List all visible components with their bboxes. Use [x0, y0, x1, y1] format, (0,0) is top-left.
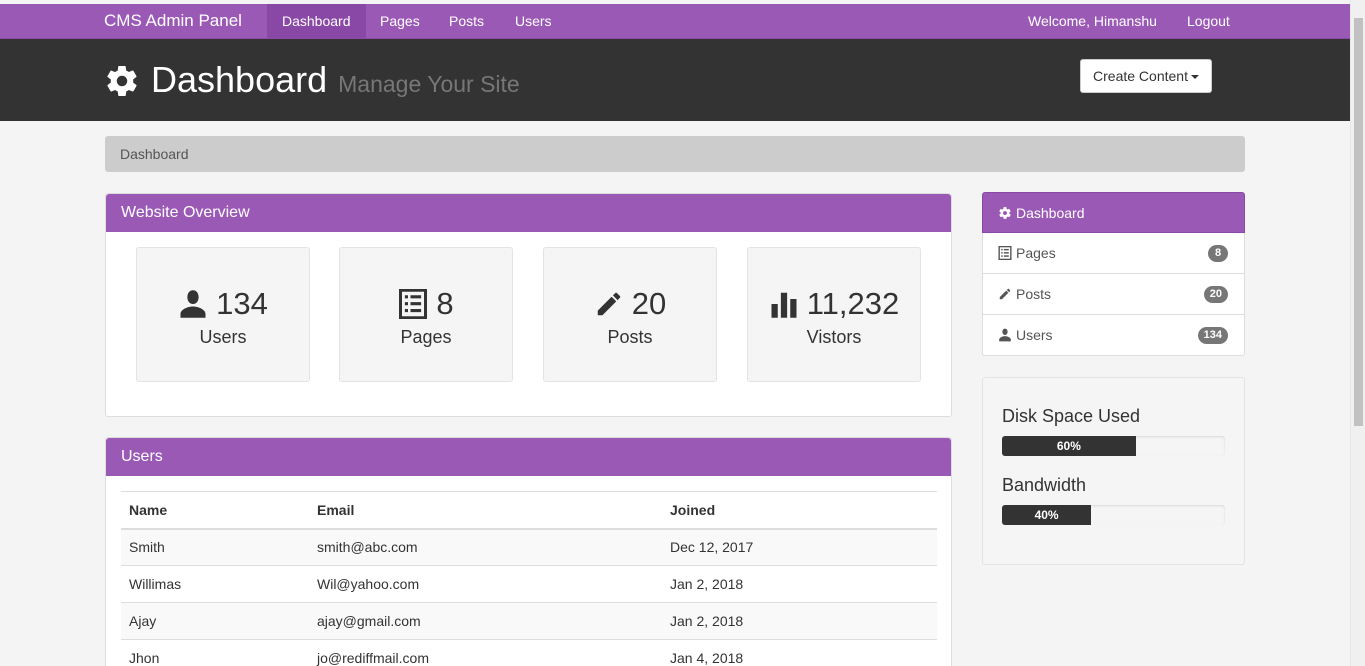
nav-logout[interactable]: Logout — [1172, 4, 1245, 38]
sidebar-item-label: Pages — [1016, 245, 1056, 261]
bandwidth-heading: Bandwidth — [1002, 475, 1087, 495]
pencil-icon — [999, 288, 1011, 300]
column-header: Name — [121, 491, 309, 530]
disk-space-progress-bar: 60% — [1002, 436, 1136, 456]
page-scrollbar[interactable] — [1350, 0, 1365, 666]
disk-space-progress: 60% — [1002, 436, 1225, 456]
breadcrumb: Dashboard — [105, 136, 1245, 172]
cell-email: ajay@gmail.com — [309, 602, 662, 640]
stat-card-pages: 8 Pages — [339, 247, 513, 382]
nav-posts[interactable]: Posts — [434, 4, 499, 38]
stat-label: Posts — [607, 327, 653, 347]
stat-label: Vistors — [806, 327, 862, 347]
nav-users[interactable]: Users — [500, 4, 567, 38]
cell-joined: Jan 2, 2018 — [662, 602, 937, 640]
disk-space-heading: Disk Space Used — [1002, 406, 1141, 426]
users-panel: Users Name Email Joined Smith smith@abc.… — [105, 437, 952, 666]
column-header: Joined — [662, 491, 937, 530]
sidebar-item-pages[interactable]: Pages 8 — [982, 233, 1245, 274]
stat-value: 134 — [216, 286, 268, 321]
column-header: Email — [309, 491, 662, 530]
nav-welcome[interactable]: Welcome, Himanshu — [1013, 4, 1172, 38]
cell-joined: Dec 12, 2017 — [662, 528, 937, 566]
usage-well: Disk Space Used 60% Bandwidth 40% — [982, 377, 1245, 565]
sidebar-item-dashboard[interactable]: Dashboard — [982, 192, 1245, 233]
page-title: Dashboard Manage Your Site — [104, 59, 520, 103]
website-overview-panel: Website Overview 134 Users 8 Pages 20 Po… — [105, 193, 952, 417]
page-header: Dashboard Manage Your Site Create Conten… — [0, 39, 1350, 121]
sidebar-item-label: Posts — [1016, 286, 1052, 302]
count-badge: 8 — [1208, 245, 1228, 262]
sidebar-item-users[interactable]: Users 134 — [982, 315, 1245, 356]
cell-email: smith@abc.com — [309, 528, 662, 566]
user-icon — [180, 290, 206, 318]
brand[interactable]: CMS Admin Panel — [104, 4, 242, 38]
bandwidth-progress-bar: 40% — [1002, 505, 1092, 525]
stat-value: 11,232 — [806, 286, 900, 321]
stat-label: Pages — [400, 327, 452, 347]
top-navbar: CMS Admin Panel Dashboard Pages Posts Us… — [0, 4, 1350, 39]
pencil-icon — [597, 292, 621, 316]
nav-pages[interactable]: Pages — [365, 4, 435, 38]
gear-icon — [999, 206, 1011, 219]
cell-name: Smith — [121, 528, 309, 566]
title-text: Dashboard — [151, 59, 328, 100]
title-subtitle: Manage Your Site — [338, 71, 520, 97]
cell-joined: Jan 2, 2018 — [662, 565, 937, 603]
sidebar-item-label: Users — [1016, 327, 1053, 343]
cell-name: Willimas — [121, 565, 309, 603]
panel-heading: Users — [106, 438, 951, 476]
caret-down-icon — [1190, 75, 1199, 80]
user-icon — [999, 328, 1011, 342]
count-badge: 134 — [1197, 327, 1228, 344]
cell-email: Wil@yahoo.com — [309, 565, 662, 603]
cell-email: jo@rediffmail.com — [309, 639, 662, 666]
count-badge: 20 — [1203, 286, 1228, 303]
scrollbar-thumb[interactable] — [1354, 18, 1363, 426]
table-header-row: Name Email Joined — [121, 491, 937, 530]
list-icon — [399, 289, 428, 319]
bandwidth-progress: 40% — [1002, 505, 1225, 525]
stat-value: 20 — [631, 286, 667, 321]
table-row: Jhon jo@rediffmail.com Jan 4, 2018 — [121, 639, 937, 666]
table-row: Ajay ajay@gmail.com Jan 2, 2018 — [121, 602, 937, 640]
create-content-button[interactable]: Create Content — [1080, 59, 1212, 93]
sidebar-list: Dashboard Pages 8 Posts 20 Users 134 — [982, 192, 1245, 356]
sidebar-item-label: Dashboard — [1016, 204, 1085, 221]
cell-joined: Jan 4, 2018 — [662, 639, 937, 666]
cell-name: Ajay — [121, 602, 309, 640]
create-content-label: Create Content — [1093, 68, 1188, 84]
cell-name: Jhon — [121, 639, 309, 666]
stat-label: Users — [199, 327, 247, 347]
stat-card-users: 134 Users — [136, 247, 310, 382]
table-row: Willimas Wil@yahoo.com Jan 2, 2018 — [121, 565, 937, 603]
stat-value: 8 — [436, 286, 454, 321]
stats-icon — [771, 292, 797, 318]
panel-heading: Website Overview — [106, 194, 951, 232]
table-row: Smith smith@abc.com Dec 12, 2017 — [121, 528, 937, 566]
stat-card-posts: 20 Posts — [543, 247, 717, 382]
stat-card-visitors: 11,232 Vistors — [747, 247, 921, 382]
gear-icon — [107, 66, 137, 97]
users-table: Name Email Joined Smith smith@abc.com De… — [121, 491, 937, 666]
list-icon — [998, 246, 1012, 260]
sidebar-item-posts[interactable]: Posts 20 — [982, 274, 1245, 315]
nav-dashboard[interactable]: Dashboard — [267, 4, 366, 38]
